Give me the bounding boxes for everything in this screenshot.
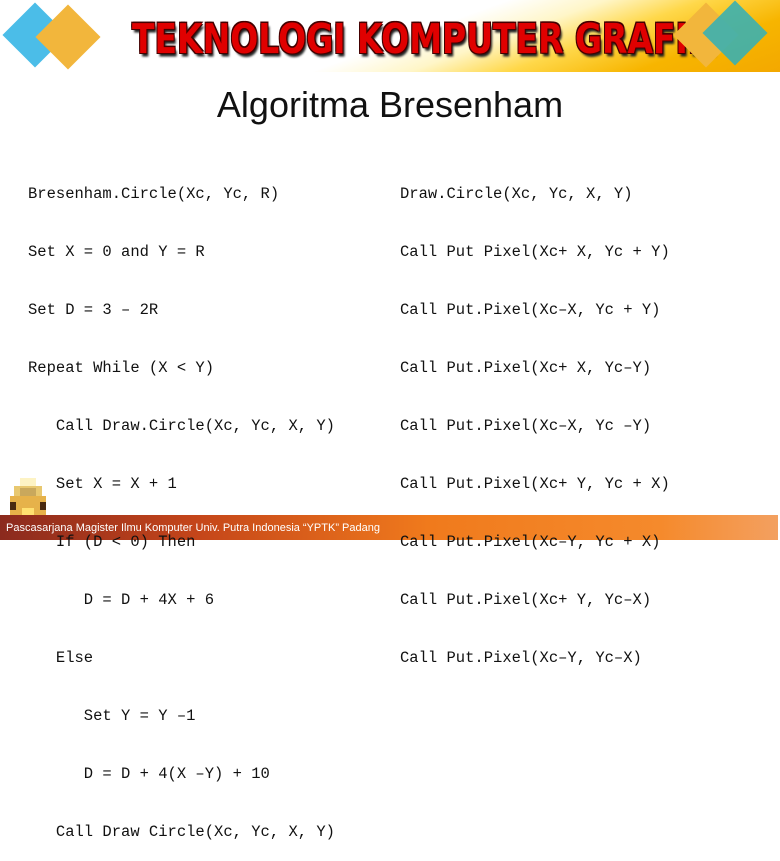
left-code-block: Bresenham.Circle(Xc, Yc, R) Set X = 0 an… — [28, 147, 335, 861]
slide-title: Algoritma Bresenham — [216, 84, 564, 125]
code-line: Call Put Pixel(Xc+ X, Yc + Y) — [400, 243, 670, 261]
code-line: Draw.Circle(Xc, Yc, X, Y) — [400, 185, 633, 203]
code-line: Call Put.Pixel(Xc–X, Yc –Y) — [400, 417, 652, 435]
code-line: Set D = 3 – 2R — [28, 301, 159, 319]
code-line: D = D + 4X + 6 — [28, 591, 215, 609]
code-line: Call Put.Pixel(Xc–Y, Yc + X) — [400, 533, 661, 551]
code-line: Call Put.Pixel(Xc+ Y, Yc + X) — [400, 475, 670, 493]
code-line: If (D < 0) Then — [28, 533, 196, 551]
code-line: Call Put.Pixel(Xc+ X, Yc–Y) — [400, 359, 652, 377]
code-line: Call Put.Pixel(Xc–X, Yc + Y) — [400, 301, 661, 319]
code-line: Call Draw.Circle(Xc, Yc, X, Y) — [28, 417, 335, 435]
code-line: Bresenham.Circle(Xc, Yc, R) — [28, 185, 280, 203]
right-code-block: Draw.Circle(Xc, Yc, X, Y) Call Put Pixel… — [400, 147, 670, 687]
code-line: Set X = X + 1 — [28, 475, 177, 493]
banner-title: TEKNOLOGI KOMPUTER GRAFIK — [132, 14, 714, 63]
header-banner: TEKNOLOGI KOMPUTER GRAFIK — [0, 0, 780, 72]
code-line: Repeat While (X < Y) — [28, 359, 215, 377]
code-line: Call Draw Circle(Xc, Yc, X, Y) — [28, 823, 335, 841]
code-line: Call Put.Pixel(Xc–Y, Yc–X) — [400, 649, 642, 667]
code-line: Call Put.Pixel(Xc+ Y, Yc–X) — [400, 591, 652, 609]
code-line: D = D + 4(X –Y) + 10 — [28, 765, 270, 783]
code-line: Else — [28, 649, 94, 667]
code-line: Set X = 0 and Y = R — [28, 243, 205, 261]
code-line: Set Y = Y –1 — [28, 707, 196, 725]
